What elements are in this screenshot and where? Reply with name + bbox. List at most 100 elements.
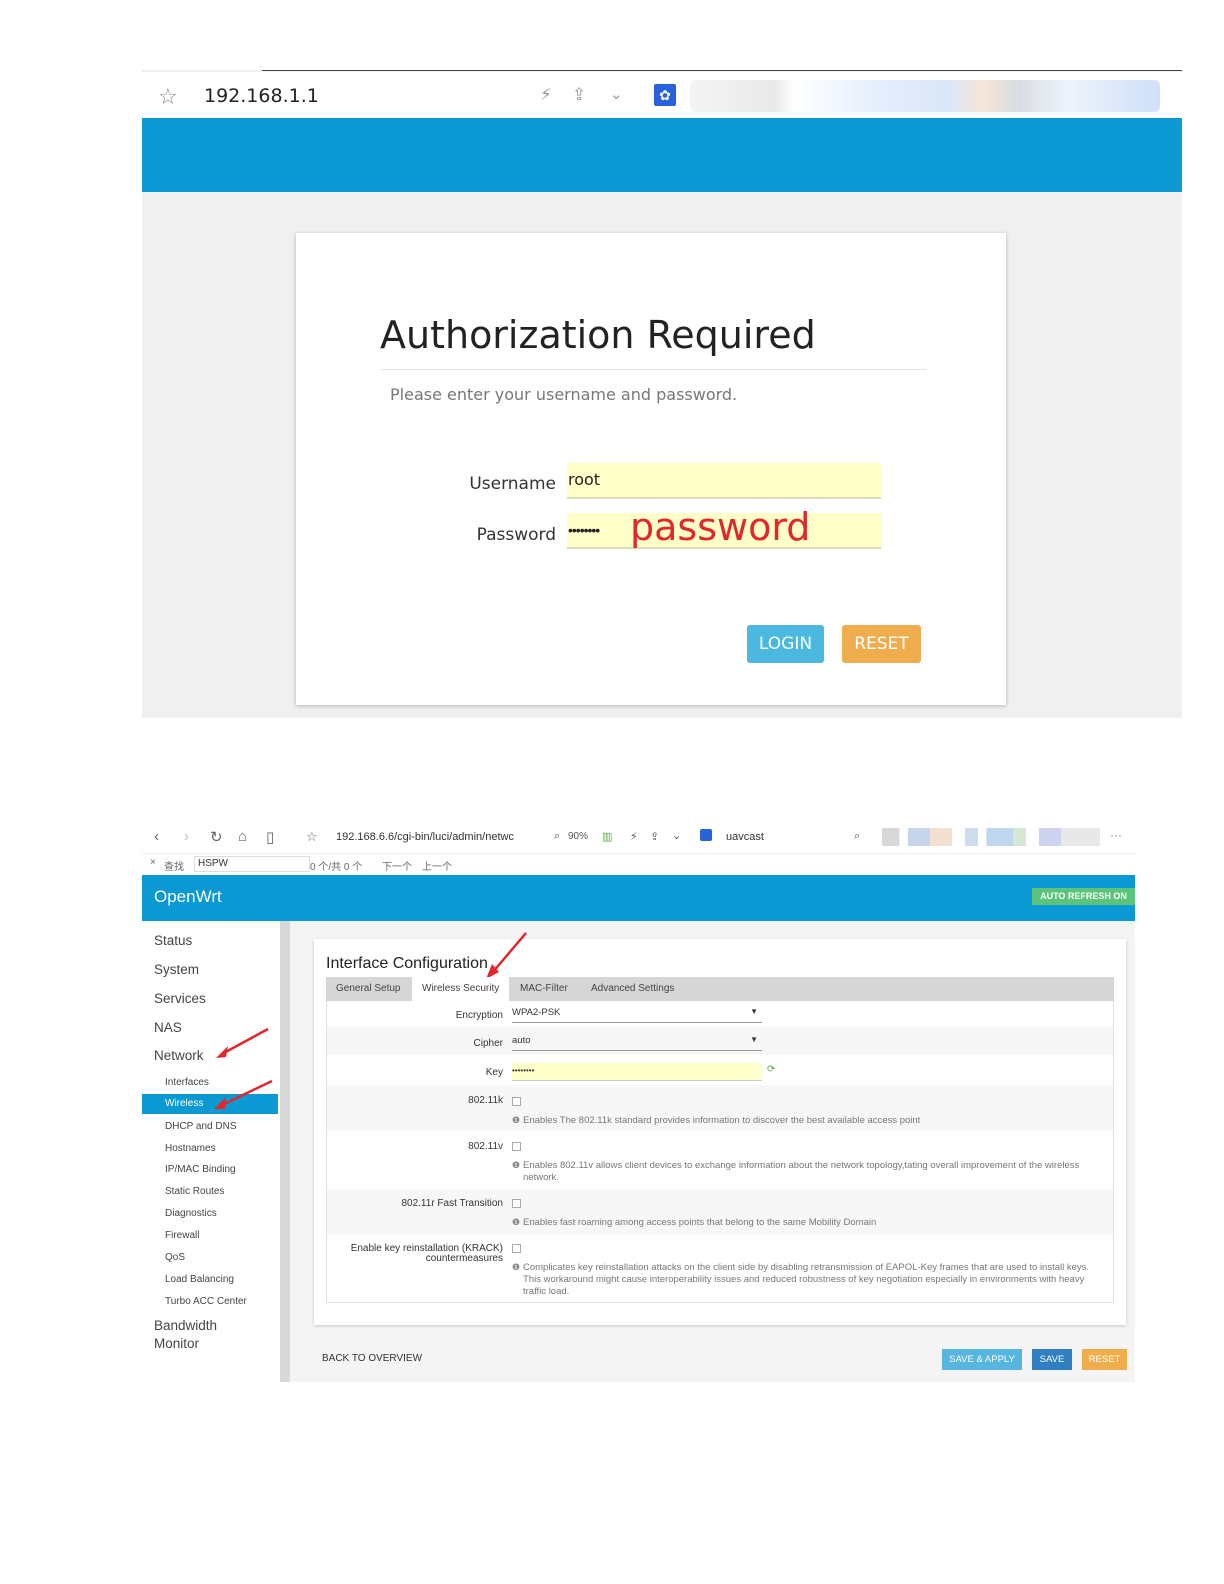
- forward-icon[interactable]: ›: [184, 828, 189, 845]
- sidebar-subitem-diagnostics[interactable]: Diagnostics: [165, 1208, 217, 1219]
- home-icon[interactable]: ⌂: [238, 828, 247, 845]
- reset-button[interactable]: RESET: [1082, 1349, 1127, 1370]
- tab-arrow-line: [491, 932, 527, 974]
- reader-icon[interactable]: ▯: [266, 828, 274, 846]
- find-prev-button[interactable]: 上一个: [422, 858, 452, 873]
- sidebar-item-system[interactable]: System: [154, 962, 199, 977]
- 80211v-checkbox[interactable]: [512, 1142, 521, 1151]
- interface-config-panel: Interface Configuration General Setup Wi…: [314, 932, 1126, 1325]
- sidebar-item-services[interactable]: Services: [154, 991, 206, 1006]
- paw-extension-icon[interactable]: ✿: [654, 84, 676, 106]
- wireless-arrow: [221, 1079, 273, 1107]
- 80211v-label: 802.11v: [468, 1141, 503, 1152]
- close-icon[interactable]: ×: [150, 857, 156, 868]
- encryption-select[interactable]: WPA2-PSK ▼: [512, 1007, 762, 1023]
- find-count: 0 个/共 0 个: [310, 862, 363, 873]
- tab-advanced-settings[interactable]: Advanced Settings: [581, 977, 684, 1001]
- reload-icon[interactable]: ↻: [210, 828, 223, 846]
- openwrt-header: OpenWrt AUTO REFRESH ON: [142, 875, 1135, 921]
- sidebar-item-bandwidth-line2[interactable]: Monitor: [154, 1336, 199, 1351]
- bookmark-star-icon[interactable]: ☆: [306, 829, 318, 845]
- network-arrowhead: [216, 1046, 228, 1058]
- login-button[interactable]: LOGIN: [747, 625, 824, 663]
- auto-refresh-badge[interactable]: AUTO REFRESH ON: [1032, 888, 1135, 905]
- bookmark-star-icon[interactable]: ☆: [158, 84, 178, 110]
- sidebar-subitem-hostnames[interactable]: Hostnames: [165, 1143, 216, 1154]
- sidebar-subitem-turbo-acc[interactable]: Turbo ACC Center: [165, 1296, 247, 1307]
- title-divider: [380, 369, 926, 370]
- encryption-label: Encryption: [455, 1010, 503, 1021]
- 80211r-checkbox[interactable]: [512, 1199, 521, 1208]
- sidebar: Status System Services NAS Network Inter…: [142, 921, 278, 1382]
- paw-extension-icon[interactable]: [700, 829, 712, 841]
- login-card: Authorization Required Please enter your…: [296, 233, 1006, 705]
- cipher-select[interactable]: auto ▼: [512, 1035, 762, 1051]
- reveal-key-icon[interactable]: ⟳: [767, 1064, 775, 1075]
- login-description: Please enter your username and password.: [390, 385, 738, 404]
- sidebar-item-bandwidth-line1[interactable]: Bandwidth: [154, 1318, 217, 1333]
- 80211v-help: Enables 802.11v allows client devices to…: [523, 1160, 1080, 1183]
- save-apply-button[interactable]: SAVE & APPLY: [942, 1349, 1022, 1370]
- 80211k-help: Enables The 802.11k standard provides in…: [523, 1115, 921, 1126]
- sidebar-subitem-firewall[interactable]: Firewall: [165, 1230, 199, 1241]
- sidebar-subitem-load-balancing[interactable]: Load Balancing: [165, 1274, 234, 1285]
- 80211r-label: 802.11r Fast Transition: [401, 1198, 503, 1209]
- tab-wireless-security[interactable]: Wireless Security: [412, 977, 510, 1001]
- zoom-icon[interactable]: ⌕: [554, 830, 560, 843]
- annotation-arrows: [214, 1027, 273, 1109]
- encryption-value: WPA2-PSK: [512, 1007, 561, 1018]
- zoom-level[interactable]: 90%: [568, 831, 588, 842]
- find-next-button[interactable]: 下一个: [382, 858, 412, 873]
- password-masked-value: ••••••••: [568, 522, 600, 538]
- key-masked-value: ••••••••: [512, 1066, 535, 1075]
- sidebar-subitem-dhcp[interactable]: DHCP and DNS: [165, 1121, 237, 1132]
- back-icon[interactable]: ‹: [154, 828, 159, 845]
- sidebar-subitem-qos[interactable]: QoS: [165, 1252, 185, 1263]
- more-icon[interactable]: ···: [1110, 828, 1122, 842]
- sidebar-subitem-static-routes[interactable]: Static Routes: [165, 1186, 224, 1197]
- sidebar-item-network[interactable]: Network: [154, 1048, 204, 1063]
- login-screenshot: ☆ 192.168.1.1 ⚡ ⇪ ⌄ ✿ Authorization Requ…: [142, 70, 1182, 718]
- wireless-security-form: Encryption WPA2-PSK ▼ Cipher auto ▼ Key …: [326, 1001, 1114, 1303]
- address-url[interactable]: 192.168.1.1: [204, 85, 319, 107]
- sidebar-subitem-wireless-label: Wireless: [165, 1098, 204, 1109]
- wireless-arrowhead: [214, 1097, 226, 1109]
- main-content: Interface Configuration General Setup Wi…: [290, 921, 1135, 1382]
- share-icon[interactable]: ⇪: [650, 830, 659, 843]
- brand-logo[interactable]: OpenWrt: [154, 887, 222, 907]
- chevron-down-icon[interactable]: ⌄: [672, 829, 681, 842]
- cipher-value: auto: [512, 1035, 531, 1046]
- share-icon[interactable]: ⇪: [572, 85, 586, 105]
- tab-general-setup[interactable]: General Setup: [326, 977, 411, 1001]
- find-input[interactable]: HSPW: [194, 856, 310, 872]
- username-field[interactable]: root: [567, 463, 881, 499]
- info-icon: ❶: [512, 1217, 521, 1227]
- tab-mac-filter[interactable]: MAC-Filter: [510, 977, 578, 1001]
- sidebar-scrollbar[interactable]: [280, 921, 290, 1382]
- 80211k-checkbox[interactable]: [512, 1097, 521, 1106]
- key-input[interactable]: ••••••••: [512, 1063, 762, 1081]
- lightning-icon[interactable]: ⚡: [540, 85, 552, 105]
- krack-checkbox[interactable]: [512, 1244, 521, 1253]
- tab-bar: General Setup Wireless Security MAC-Filt…: [326, 977, 1114, 1001]
- profile-name[interactable]: uavcast: [726, 831, 764, 843]
- save-button[interactable]: SAVE: [1032, 1349, 1072, 1370]
- address-url[interactable]: 192.168.6.6/cgi-bin/luci/admin/netwc: [336, 831, 514, 843]
- search-icon[interactable]: ⌕: [854, 830, 860, 843]
- back-to-overview-link[interactable]: BACK TO OVERVIEW: [322, 1353, 422, 1364]
- page-header-bar: [142, 118, 1182, 192]
- dropdown-caret-icon: ▼: [750, 1007, 758, 1016]
- sidebar-item-status[interactable]: Status: [154, 933, 192, 948]
- find-bar: × 查找 HSPW 0 个/共 0 个 下一个 上一个: [142, 853, 1135, 876]
- chevron-down-icon[interactable]: ⌄: [610, 85, 623, 103]
- info-icon: ❶: [512, 1115, 521, 1125]
- username-label: Username: [469, 474, 556, 494]
- blurred-toolbar-area: [690, 80, 1160, 112]
- lightning-icon[interactable]: ⚡: [630, 830, 638, 843]
- book-icon[interactable]: ▥: [602, 830, 612, 843]
- sidebar-subitem-ipmac[interactable]: IP/MAC Binding: [165, 1164, 236, 1175]
- panel-title: Interface Configuration: [326, 955, 488, 972]
- reset-button[interactable]: RESET: [842, 625, 921, 663]
- sidebar-item-nas[interactable]: NAS: [154, 1020, 182, 1035]
- krack-label-line2: countermeasures: [425, 1253, 503, 1264]
